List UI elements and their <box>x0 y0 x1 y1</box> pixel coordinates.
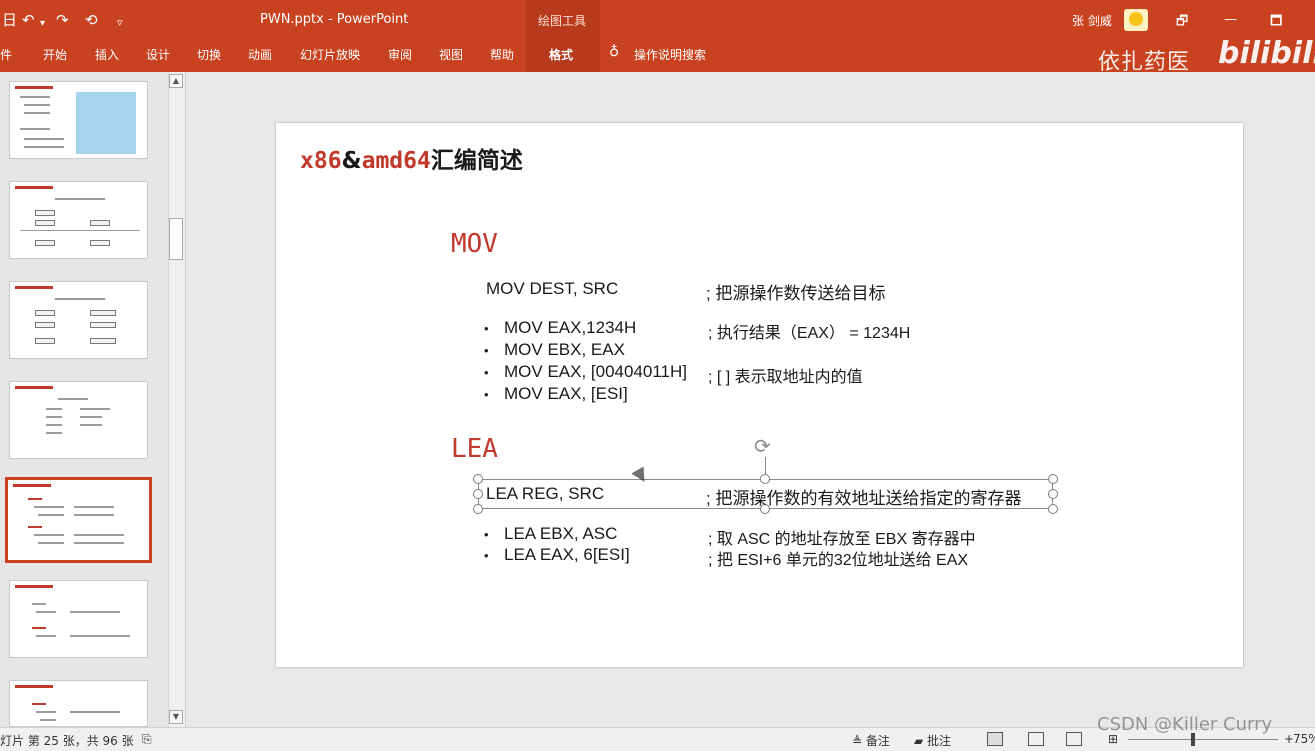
tab-review[interactable]: 审阅 <box>388 46 412 63</box>
title-subject: 汇编简述 <box>430 148 523 174</box>
slide-thumbnail[interactable] <box>9 381 148 459</box>
zoom-slider[interactable] <box>1128 739 1278 740</box>
tab-insert[interactable]: 插入 <box>95 46 119 63</box>
lea-heading[interactable]: LEA <box>451 434 498 464</box>
rotate-handle-icon[interactable]: ⟳ <box>754 434 771 458</box>
resize-handle[interactable] <box>473 504 483 514</box>
tab-view[interactable]: 视图 <box>439 46 463 63</box>
scroll-up-icon[interactable]: ▲ <box>169 74 183 88</box>
comments-button[interactable]: ▰ 批注 <box>914 732 951 749</box>
tab-slideshow[interactable]: 幻灯片放映 <box>300 46 360 63</box>
maximize-icon[interactable]: 🗖 <box>1270 12 1282 34</box>
lea-syntax-comment[interactable]: ; 把源操作数的有效地址送给指定的寄存器 <box>706 484 1021 509</box>
present-from-start-icon[interactable]: ⟲ <box>85 11 98 29</box>
title-amd64: amd64 <box>361 148 431 174</box>
undo-dropdown-icon[interactable]: ▾ <box>40 15 45 33</box>
document-title: PWN.pptx - PowerPoint <box>260 12 409 27</box>
reading-view-icon[interactable] <box>1066 732 1082 746</box>
mov-bullet-code: MOV EBX, EAX <box>504 340 625 359</box>
tab-format[interactable]: 格式 <box>549 46 573 63</box>
customize-qat-icon[interactable]: ▿ <box>117 14 123 32</box>
tell-me-search[interactable]: 操作说明搜索 <box>634 46 706 63</box>
notes-button[interactable]: ≜ 备注 <box>852 732 890 749</box>
mov-bullet-code: MOV EAX, [ESI] <box>504 384 628 403</box>
mov-bullet-code: MOV EAX, [00404011H] <box>504 362 688 381</box>
lightbulb-icon: ♁ <box>609 44 620 60</box>
powerpoint-window: 日 ↶ ▾ ↷ ⟲ ▿ PWN.pptx - PowerPoint 绘图工具 件… <box>0 0 1315 751</box>
resize-handle[interactable] <box>1048 504 1058 514</box>
ribbon-display-options-icon[interactable]: 🗗 <box>1176 12 1188 34</box>
lea-syntax[interactable]: LEA REG, SRC <box>486 484 604 504</box>
scroll-down-icon[interactable]: ▼ <box>169 710 183 724</box>
save-icon[interactable]: 日 <box>2 11 17 29</box>
lea-bullet-code: LEA EBX, ASC <box>504 524 618 543</box>
slide-title[interactable]: x86&amd64汇编简述 <box>300 141 523 175</box>
user-name[interactable]: 张 剑威 <box>1072 12 1112 29</box>
mov-bullet[interactable]: • MOV EBX, EAX <box>484 340 625 360</box>
normal-view-icon[interactable] <box>987 732 1003 746</box>
resize-handle[interactable] <box>760 474 770 484</box>
redo-icon[interactable]: ↷ <box>56 11 69 29</box>
slide-thumbnail-pane <box>0 72 186 727</box>
tab-transitions[interactable]: 切换 <box>197 46 221 63</box>
ribbon: 日 ↶ ▾ ↷ ⟲ ▿ PWN.pptx - PowerPoint 绘图工具 件… <box>0 0 1315 75</box>
tab-file[interactable]: 件 <box>0 46 12 63</box>
zoom-level[interactable]: 75% <box>1293 732 1315 746</box>
slide-thumbnail-selected[interactable] <box>5 477 152 563</box>
mov-syntax-comment[interactable]: ; 把源操作数传送给目标 <box>706 279 885 304</box>
title-x86: x86 <box>300 148 342 174</box>
lea-bullet[interactable]: • LEA EAX, 6[ESI] <box>484 545 630 565</box>
bilibili-watermark: bilibili <box>1218 36 1315 71</box>
mov-bullet-comment[interactable]: ; [ ] 表示取地址内的值 <box>708 363 863 387</box>
mov-bullet[interactable]: • MOV EAX,1234H <box>484 318 636 338</box>
resize-handle[interactable] <box>1048 489 1058 499</box>
lea-bullet[interactable]: • LEA EBX, ASC <box>484 524 617 544</box>
spellcheck-icon[interactable]: ⎘ <box>142 732 152 747</box>
slide-thumbnail[interactable] <box>9 680 148 727</box>
lea-bullet-comment[interactable]: ; 把 ESI+6 单元的32位地址送给 EAX <box>708 546 968 570</box>
tab-animations[interactable]: 动画 <box>248 46 272 63</box>
slide-sorter-icon[interactable] <box>1028 732 1044 746</box>
csdn-watermark: CSDN @Killer Curry <box>1097 714 1273 735</box>
mov-heading[interactable]: MOV <box>451 229 498 259</box>
thumbnail-scrollbar[interactable] <box>168 72 185 727</box>
slide-thumbnail[interactable] <box>9 181 148 259</box>
title-ampersand: & <box>341 148 362 174</box>
mov-syntax[interactable]: MOV DEST, SRC <box>486 279 618 299</box>
undo-icon[interactable]: ↶ <box>22 11 35 29</box>
mov-bullet[interactable]: • MOV EAX, [ESI] <box>484 384 628 404</box>
mov-bullet-code: MOV EAX,1234H <box>504 318 637 337</box>
user-avatar[interactable] <box>1124 9 1148 31</box>
slide-thumbnail[interactable] <box>9 580 148 658</box>
tab-home[interactable]: 开始 <box>43 46 67 63</box>
resize-handle[interactable] <box>473 474 483 484</box>
lea-bullet-code: LEA EAX, 6[ESI] <box>504 545 630 564</box>
mov-bullet-comment[interactable]: ; 执行结果（EAX） = 1234H <box>708 319 910 343</box>
mov-bullet[interactable]: • MOV EAX, [00404011H] <box>484 362 687 382</box>
slide-thumbnail[interactable] <box>9 281 148 359</box>
current-slide[interactable]: x86&amd64汇编简述 MOV MOV DEST, SRC ; 把源操作数传… <box>276 123 1243 667</box>
resize-handle[interactable] <box>1048 474 1058 484</box>
resize-handle[interactable] <box>473 489 483 499</box>
slide-counter: 灯片 第 25 张，共 96 张 <box>0 734 134 748</box>
minimize-icon[interactable]: — <box>1224 12 1237 27</box>
tab-help[interactable]: 帮助 <box>490 46 514 63</box>
drawing-tools-label: 绘图工具 <box>538 14 587 28</box>
scrollbar-thumb[interactable] <box>169 218 183 260</box>
tab-design[interactable]: 设计 <box>146 46 170 63</box>
slide-thumbnail[interactable] <box>9 81 148 159</box>
